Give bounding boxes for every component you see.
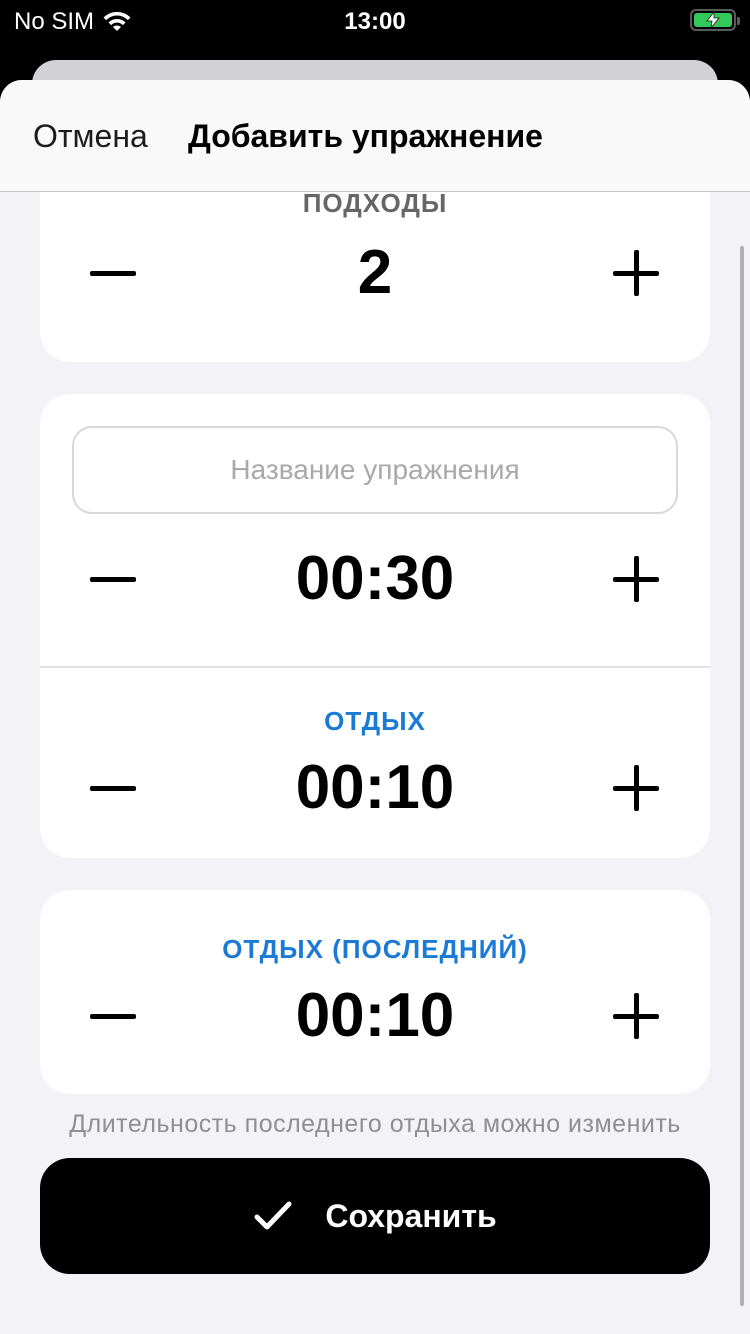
last-rest-decrement-button[interactable] <box>73 976 153 1056</box>
clock: 13:00 <box>344 8 406 35</box>
minus-icon <box>90 1014 136 1019</box>
last-rest-increment-button[interactable] <box>596 976 676 1056</box>
exercise-name-input[interactable] <box>72 426 678 514</box>
sets-stepper: 2 <box>40 233 710 313</box>
save-button-label: Сохранить <box>325 1197 497 1234</box>
duration-increment-button[interactable] <box>596 539 676 619</box>
status-bar: No SIM 13:00 <box>0 0 750 42</box>
battery-icon <box>690 9 740 31</box>
rest-label: ОТДЫХ <box>324 706 426 736</box>
last-rest-card: ОТДЫХ (ПОСЛЕДНИЙ) 00:10 <box>40 890 710 1094</box>
rest-value: 00:10 <box>295 753 455 822</box>
duration-decrement-button[interactable] <box>73 539 153 619</box>
navigation-bar: Отмена Добавить упражнение <box>0 80 750 192</box>
cancel-button[interactable]: Отмена <box>33 118 148 155</box>
duration-value: 00:30 <box>295 544 455 613</box>
save-button[interactable]: Сохранить <box>40 1158 710 1274</box>
duration-stepper: 00:30 <box>40 539 710 619</box>
last-rest-stepper: 00:10 <box>40 976 710 1056</box>
scrollbar[interactable] <box>740 246 744 1306</box>
minus-icon <box>90 271 136 276</box>
minus-icon <box>90 577 136 582</box>
last-rest-value: 00:10 <box>295 981 455 1050</box>
sets-label: ПОДХОДЫ <box>302 188 448 218</box>
sets-increment-button[interactable] <box>596 233 676 313</box>
sets-decrement-button[interactable] <box>73 233 153 313</box>
exercise-card: 00:30 ОТДЫХ 00:10 <box>40 394 710 858</box>
checkmark-icon <box>254 1201 292 1230</box>
last-rest-hint: Длительность последнего отдыха можно изм… <box>69 1110 681 1138</box>
rest-decrement-button[interactable] <box>73 748 153 828</box>
page-title: Добавить упражнение <box>188 118 543 154</box>
minus-icon <box>90 786 136 791</box>
last-rest-label: ОТДЫХ (ПОСЛЕДНИЙ) <box>222 934 528 964</box>
sets-value: 2 <box>357 238 393 307</box>
rest-increment-button[interactable] <box>596 748 676 828</box>
add-exercise-sheet: Отмена Добавить упражнение ПОДХОДЫ 2 00:… <box>0 80 750 1334</box>
charging-bolt-icon <box>706 12 720 28</box>
divider <box>40 666 710 668</box>
rest-stepper: 00:10 <box>40 748 710 828</box>
